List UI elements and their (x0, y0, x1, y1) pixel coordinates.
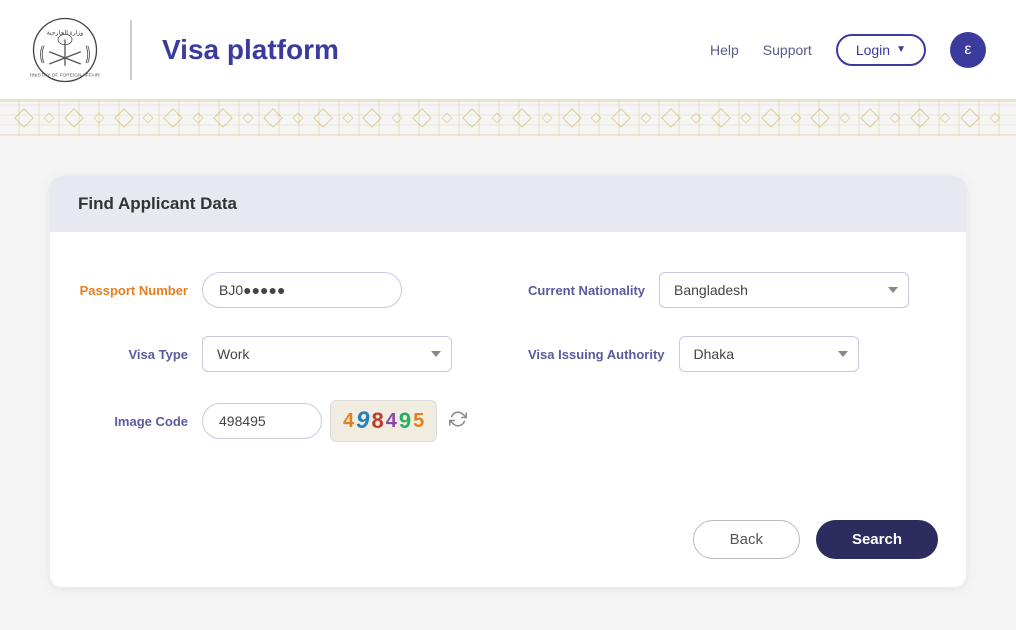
diamond-sm-icon (840, 112, 851, 123)
find-applicant-card: Find Applicant Data Passport Number Curr… (50, 176, 966, 587)
diamond-icon (363, 108, 383, 128)
diamond-icon (711, 108, 731, 128)
current-nationality-group: Current Nationality Bangladesh Pakistan … (528, 272, 938, 308)
diamond-icon (860, 108, 880, 128)
diamond-icon (960, 108, 980, 128)
diamond-icon (163, 108, 183, 128)
image-code-label: Image Code (78, 414, 188, 429)
captcha-char-5: 9 (399, 408, 411, 434)
image-code-input[interactable] (202, 403, 322, 439)
captcha-image: 4 9 8 4 9 5 (330, 400, 437, 442)
diamond-icon (661, 108, 681, 128)
diamond-sm-icon (889, 112, 900, 123)
diamond-sm-icon (989, 112, 1000, 123)
visa-issuing-authority-label: Visa Issuing Authority (528, 347, 665, 362)
current-nationality-select[interactable]: Bangladesh Pakistan India Nepal Sri Lank… (659, 272, 909, 308)
current-nationality-label: Current Nationality (528, 283, 645, 298)
diamond-sm-icon (143, 112, 154, 123)
diamond-icon (910, 108, 930, 128)
login-button[interactable]: Login ▼ (836, 34, 926, 66)
diamond-icon (263, 108, 283, 128)
captcha-char-1: 4 (343, 410, 354, 433)
form-row-1: Passport Number Current Nationality Bang… (78, 272, 938, 308)
diamond-sm-icon (441, 112, 452, 123)
diamond-icon (512, 108, 532, 128)
diamond-icon (313, 108, 333, 128)
ministry-logo: وزارة الخارجية MINISTRY OF FOREIGN AFFAI… (30, 15, 100, 85)
diamond-sm-icon (193, 112, 204, 123)
diamond-sm-icon (641, 112, 652, 123)
diamond-icon (64, 108, 84, 128)
decorative-banner (0, 100, 1016, 136)
diamond-sm-icon (591, 112, 602, 123)
visa-issuing-authority-select[interactable]: Dhaka Chittagong Sylhet (679, 336, 859, 372)
header: وزارة الخارجية MINISTRY OF FOREIGN AFFAI… (0, 0, 1016, 100)
banner-diamonds (0, 111, 1016, 125)
captcha-char-6: 5 (413, 410, 424, 433)
diamond-sm-icon (740, 112, 751, 123)
captcha-char-2: 9 (356, 407, 369, 435)
card-body: Passport Number Current Nationality Bang… (50, 232, 966, 500)
login-dropdown-arrow: ▼ (896, 44, 906, 55)
diamond-icon (811, 108, 831, 128)
visa-type-group: Visa Type Work Visit Hajj Umrah Transit … (78, 336, 488, 372)
diamond-sm-icon (43, 112, 54, 123)
diamond-sm-icon (790, 112, 801, 123)
diamond-sm-icon (292, 112, 303, 123)
help-link[interactable]: Help (710, 42, 739, 58)
diamond-icon (761, 108, 781, 128)
captcha-char-3: 8 (371, 408, 383, 434)
diamond-sm-icon (242, 112, 253, 123)
search-button[interactable]: Search (816, 520, 938, 559)
diamond-sm-icon (690, 112, 701, 123)
passport-number-label: Passport Number (78, 283, 188, 298)
diamond-sm-icon (541, 112, 552, 123)
visa-issuing-authority-group: Visa Issuing Authority Dhaka Chittagong … (528, 336, 938, 372)
support-link[interactable]: Support (763, 42, 812, 58)
captcha-char-4: 4 (386, 410, 397, 433)
passport-number-input[interactable] (202, 272, 402, 308)
avatar-button[interactable]: ε (950, 32, 986, 68)
diamond-icon (14, 108, 34, 128)
diamond-sm-icon (93, 112, 104, 123)
svg-text:وزارة الخارجية: وزارة الخارجية (47, 29, 84, 36)
svg-text:MINISTRY OF FOREIGN AFFAIRS: MINISTRY OF FOREIGN AFFAIRS (30, 72, 100, 78)
action-row: Back Search (50, 500, 966, 587)
visa-type-select[interactable]: Work Visit Hajj Umrah Transit Student (202, 336, 452, 372)
diamond-icon (213, 108, 233, 128)
diamond-icon (611, 108, 631, 128)
logo-area: وزارة الخارجية MINISTRY OF FOREIGN AFFAI… (30, 15, 339, 85)
diamond-sm-icon (342, 112, 353, 123)
diamond-icon (114, 108, 134, 128)
main-content: Find Applicant Data Passport Number Curr… (0, 136, 1016, 627)
diamond-icon (462, 108, 482, 128)
image-code-area: 4 9 8 4 9 5 (202, 400, 471, 442)
diamond-sm-icon (392, 112, 403, 123)
image-code-group: Image Code 4 9 8 4 9 5 (78, 400, 938, 442)
diamond-sm-icon (939, 112, 950, 123)
refresh-captcha-button[interactable] (445, 406, 471, 437)
form-row-3: Image Code 4 9 8 4 9 5 (78, 400, 938, 442)
passport-number-group: Passport Number (78, 272, 488, 308)
card-header: Find Applicant Data (50, 176, 966, 232)
diamond-icon (562, 108, 582, 128)
site-title: Visa platform (162, 34, 339, 66)
visa-type-label: Visa Type (78, 347, 188, 362)
form-row-2: Visa Type Work Visit Hajj Umrah Transit … (78, 336, 938, 372)
logo-divider (130, 20, 132, 80)
back-button[interactable]: Back (693, 520, 800, 559)
diamond-icon (412, 108, 432, 128)
diamond-sm-icon (491, 112, 502, 123)
header-nav: Help Support Login ▼ ε (710, 32, 986, 68)
